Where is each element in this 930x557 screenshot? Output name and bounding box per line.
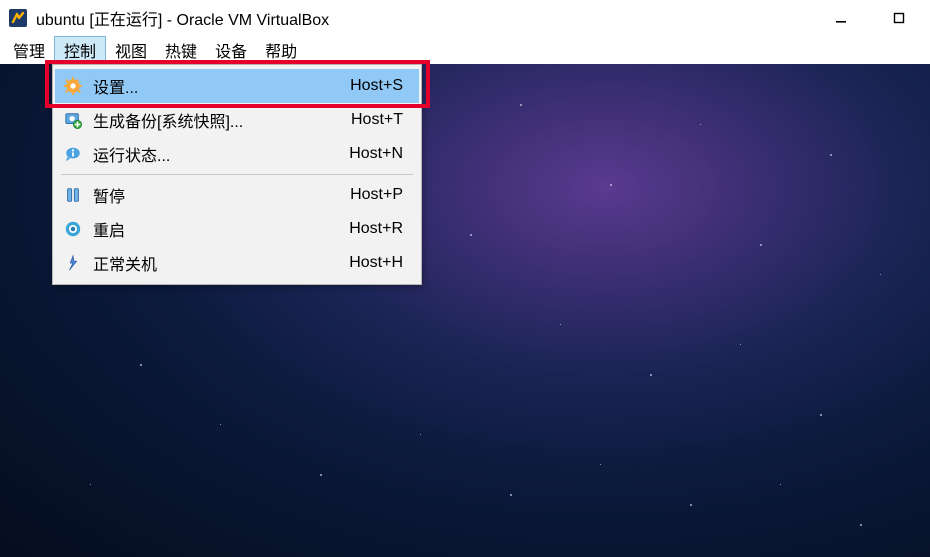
menu-item-shortcut: Host+H: [349, 254, 409, 272]
menu-item-shortcut: Host+N: [349, 145, 409, 163]
minimize-button[interactable]: [826, 4, 856, 32]
menu-item-label: 运行状态...: [93, 142, 339, 166]
menu-separator: [61, 174, 413, 175]
menu-item-runstate[interactable]: 运行状态... Host+N: [55, 137, 419, 171]
menu-item-label: 暂停: [93, 183, 340, 207]
info-icon: [63, 144, 83, 164]
menu-help[interactable]: 帮助: [256, 36, 306, 63]
menu-hotkeys[interactable]: 热键: [156, 36, 206, 63]
menu-item-label: 重启: [93, 217, 339, 241]
menu-control[interactable]: 控制: [54, 36, 106, 63]
menu-item-settings[interactable]: 设置... Host+S: [55, 69, 419, 103]
app-icon: [8, 8, 28, 28]
menu-view[interactable]: 视图: [106, 36, 156, 63]
window-title: ubuntu [正在运行] - Oracle VM VirtualBox: [36, 6, 826, 30]
menu-item-pause[interactable]: 暂停 Host+P: [55, 178, 419, 212]
menu-item-label: 生成备份[系统快照]...: [93, 108, 341, 132]
snapshot-icon: [63, 110, 83, 130]
menu-item-shortcut: Host+P: [350, 186, 409, 204]
menu-item-snapshot[interactable]: 生成备份[系统快照]... Host+T: [55, 103, 419, 137]
restart-icon: [63, 219, 83, 239]
menu-item-label: 设置...: [93, 74, 340, 98]
titlebar: ubuntu [正在运行] - Oracle VM VirtualBox: [0, 0, 930, 36]
maximize-button[interactable]: [884, 4, 914, 32]
menu-item-shortcut: Host+R: [349, 220, 409, 238]
menu-devices[interactable]: 设备: [206, 36, 256, 63]
menu-item-shutdown[interactable]: 正常关机 Host+H: [55, 246, 419, 280]
menu-item-restart[interactable]: 重启 Host+R: [55, 212, 419, 246]
pause-icon: [63, 185, 83, 205]
shutdown-icon: [63, 253, 83, 273]
gear-icon: [63, 76, 83, 96]
menu-manage[interactable]: 管理: [4, 36, 54, 63]
window-controls: [826, 4, 922, 32]
control-menu-dropdown: 设置... Host+S 生成备份[系统快照]... Host+T 运行状态..…: [52, 64, 422, 285]
menubar: 管理 控制 视图 热键 设备 帮助: [0, 36, 930, 64]
menu-item-shortcut: Host+S: [350, 77, 409, 95]
menu-item-label: 正常关机: [93, 251, 339, 275]
menu-item-shortcut: Host+T: [351, 111, 409, 129]
